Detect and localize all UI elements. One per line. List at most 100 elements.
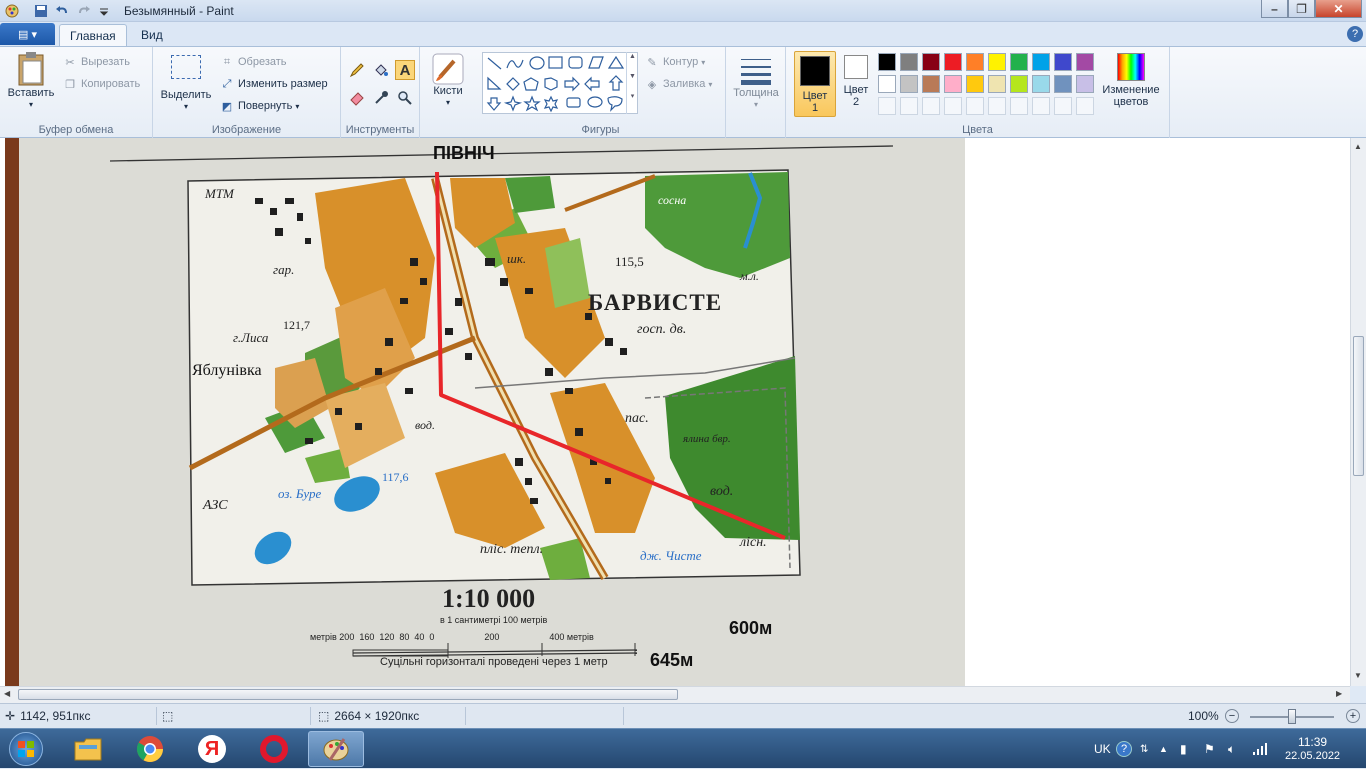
minimize-button[interactable]: – [1261,0,1288,18]
paste-button[interactable]: Вставить ▾ [4,51,58,111]
action-center-flag-icon[interactable]: ⚑ [1204,729,1215,769]
palette-swatch[interactable] [988,53,1006,71]
tray-small-arrows-icon[interactable]: ⇅ [1140,729,1148,769]
palette-swatch[interactable] [900,53,918,71]
horizontal-scrollbar[interactable]: ◀ ▶ [0,686,1350,703]
palette-swatch[interactable] [1076,97,1094,115]
canvas-area[interactable]: ПІВНІЧ БАРВИСТЕ Яблунівка МТМ АЗС гар. г… [0,138,1350,686]
scroll-down-icon[interactable]: ▼ [1354,671,1362,680]
fill-shape-button[interactable]: ◈ Заливка ▾ [644,76,713,92]
palette-swatch[interactable] [1054,97,1072,115]
palette-swatch[interactable] [944,53,962,71]
color1-button[interactable]: Цвет 1 [794,51,836,117]
text-tool[interactable]: A [395,60,415,80]
palette-swatch[interactable] [944,75,962,93]
color-picker-tool[interactable] [371,88,391,108]
network-icon[interactable] [1252,729,1268,769]
crop-label: Обрезать [238,56,287,68]
cut-button[interactable]: ✂ Вырезать [62,54,130,70]
start-button[interactable] [6,731,46,767]
scroll-left-icon[interactable]: ◀ [4,689,10,698]
volume-icon[interactable]: 🔈︎ [1228,729,1235,769]
palette-swatch[interactable] [922,97,940,115]
redo-icon[interactable] [76,3,92,19]
close-button[interactable]: ✕ [1315,0,1362,18]
palette-swatch[interactable] [1054,75,1072,93]
zoom-slider-thumb[interactable] [1288,709,1296,724]
scale-ticks: метрів 200 160 120 80 40 0 200 400 метрі… [310,632,594,642]
shapes-scroll[interactable]: ▲ ▼ ▾ [626,52,638,114]
palette-swatch[interactable] [1076,75,1094,93]
fill-shape-label: Заливка [663,78,706,90]
help-icon[interactable]: ? [1347,26,1363,42]
outline-button[interactable]: ✎ Контур ▾ [644,54,705,70]
file-menu-button[interactable]: ▤ ▾ [0,23,55,45]
palette-swatch[interactable] [878,97,896,115]
palette-swatch[interactable] [922,75,940,93]
eraser-tool[interactable] [347,88,367,108]
clock[interactable]: 11:39 22.05.2022 [1285,729,1340,769]
palette-swatch[interactable] [1032,75,1050,93]
zoom-in-button[interactable]: + [1346,709,1360,723]
select-rect-icon [171,55,201,79]
paste-icon [18,52,44,86]
scroll-right-icon[interactable]: ▶ [1336,689,1342,698]
horizontal-scroll-thumb[interactable] [18,689,678,700]
palette-swatch[interactable] [988,97,1006,115]
color2-button[interactable]: Цвет 2 [838,55,874,108]
resize-button[interactable]: ⤢ Изменить размер [219,76,328,92]
image-size-icon: ⬚ [318,709,330,723]
taskbar-chrome[interactable] [122,731,178,767]
undo-icon[interactable] [54,3,70,19]
fill-tool[interactable] [371,60,391,80]
palette-swatch[interactable] [1054,53,1072,71]
shapes-gallery[interactable] [482,52,638,114]
palette-swatch[interactable] [1032,53,1050,71]
palette-swatch[interactable] [944,97,962,115]
device-tray-icon[interactable]: ▮ [1180,729,1187,769]
clipboard-group: Вставить ▾ ✂ Вырезать ❐ Копировать Буфер о… [0,47,153,139]
palette-swatch[interactable] [966,75,984,93]
palette-swatch[interactable] [878,53,896,71]
rotate-button[interactable]: ◩ Повернуть ▾ [219,98,300,114]
palette-swatch[interactable] [1010,97,1028,115]
tab-view[interactable]: Вид [131,24,173,46]
paint-app-icon[interactable] [4,3,20,19]
palette-swatch[interactable] [878,75,896,93]
map-photo[interactable]: ПІВНІЧ БАРВИСТЕ Яблунівка МТМ АЗС гар. г… [5,138,965,686]
palette-swatch[interactable] [1010,75,1028,93]
zoom-out-button[interactable]: − [1225,709,1239,723]
vertical-scroll-thumb[interactable] [1353,336,1364,476]
edit-colors-button[interactable]: Изменение цветов [1098,53,1164,108]
help-tray-icon[interactable]: ? [1116,729,1132,769]
palette-swatch[interactable] [900,97,918,115]
language-indicator[interactable]: UK [1094,729,1111,769]
taskbar-yandex[interactable]: Я [184,731,240,767]
pencil-tool[interactable] [347,60,367,80]
taskbar-explorer[interactable] [60,731,116,767]
brushes-button[interactable]: Кисти ▾ [428,53,468,109]
crop-button[interactable]: ⌗ Обрезать [219,54,287,70]
palette-swatch[interactable] [988,75,1006,93]
maximize-button[interactable]: ❐ [1288,0,1315,18]
magnifier-tool[interactable] [395,88,415,108]
palette-swatch[interactable] [966,53,984,71]
taskbar-opera[interactable] [246,731,302,767]
palette-swatch[interactable] [966,97,984,115]
palette-swatch[interactable] [900,75,918,93]
palette-swatch[interactable] [1010,53,1028,71]
show-hidden-icons[interactable]: ▲ [1159,729,1168,769]
copy-button[interactable]: ❐ Копировать [62,76,140,92]
palette-swatch[interactable] [1032,97,1050,115]
taskbar-paint[interactable] [308,731,364,767]
quick-access-menu-icon[interactable] [96,3,112,19]
tab-home[interactable]: Главная [59,24,127,46]
scroll-up-icon[interactable]: ▲ [1354,142,1362,151]
save-icon[interactable] [33,3,49,19]
palette-swatch[interactable] [922,53,940,71]
canvas-blank-area[interactable] [965,138,1350,686]
size-button[interactable]: Толщина ▾ [730,53,782,111]
palette-swatch[interactable] [1076,53,1094,71]
vertical-scrollbar[interactable]: ▲ ▼ [1350,138,1366,686]
select-button[interactable]: Выделить ▾ [157,55,215,113]
